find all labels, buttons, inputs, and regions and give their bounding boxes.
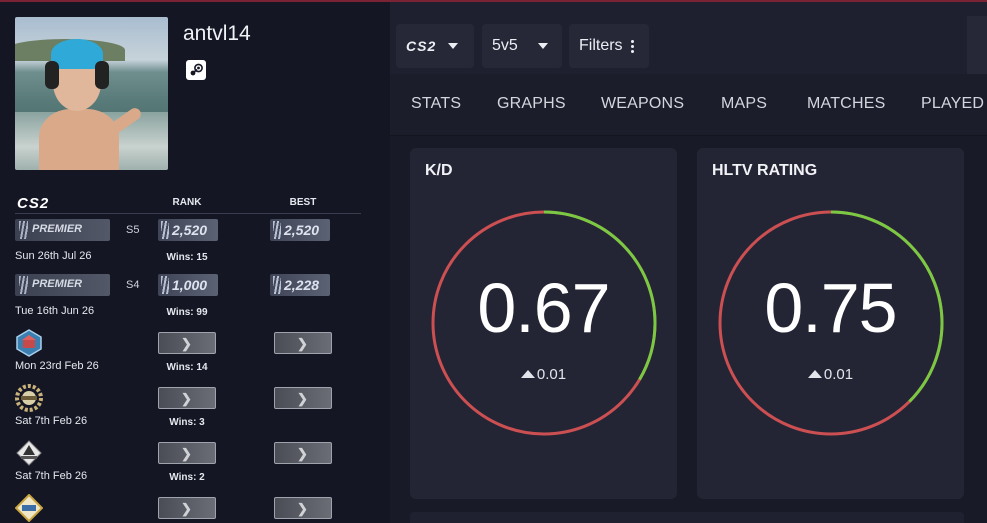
toolbar-overflow	[967, 16, 987, 74]
hltv-rating-card: HLTV RATING 0.75 0.01	[697, 148, 964, 499]
unranked-best-badge: ❯	[274, 387, 332, 409]
card-title: K/D	[425, 162, 453, 179]
more-vertical-icon	[630, 39, 634, 53]
unranked-rank-badge: ❯	[158, 497, 216, 519]
rank-row-map-1[interactable]: ❯ ❯ Mon 23rd Feb 26 Wins: 14	[0, 329, 390, 384]
cs2-logo: CS2	[17, 195, 50, 212]
wins-count: Wins: 99	[166, 307, 208, 318]
tab-graphs[interactable]: GRAPHS	[497, 95, 566, 113]
avatar[interactable]	[15, 17, 168, 170]
unranked-rank-badge: ❯	[158, 387, 216, 409]
rank-column-header: RANK	[172, 197, 202, 208]
premier-badge: PREMIER	[15, 219, 110, 241]
chevron-down-icon	[537, 43, 548, 49]
unranked-rank-badge: ❯	[158, 332, 216, 354]
rank-date: Sat 7th Feb 26	[15, 415, 88, 427]
best-rating-badge: 2,520	[270, 219, 330, 241]
hltv-value: 0.75	[764, 269, 897, 347]
kd-card: K/D 0.67 0.01	[410, 148, 677, 499]
current-rating-badge: 1,000	[158, 274, 218, 296]
rank-date: Sun 26th Jul 26	[15, 250, 92, 262]
username: antvl14	[183, 22, 251, 45]
tab-matches[interactable]: MATCHES	[807, 95, 885, 113]
wins-count: Wins: 2	[169, 472, 205, 483]
stats-content: K/D 0.67 0.01 HLTV RATING 0.75 0.01	[390, 136, 987, 523]
wins-count: Wins: 3	[169, 417, 205, 428]
rank-date: Tue 16th Jun 26	[15, 305, 95, 317]
diamond-badge-icon	[15, 494, 43, 522]
season-label: S4	[126, 279, 140, 291]
best-rating-badge: 2,228	[270, 274, 330, 296]
filters-button[interactable]: Filters	[569, 24, 649, 68]
wreath-badge-icon	[15, 384, 43, 412]
arrow-up-icon	[520, 370, 535, 378]
rank-date: Mon 23rd Feb 26	[15, 360, 99, 372]
unranked-rank-badge: ❯	[158, 442, 216, 464]
tab-maps[interactable]: MAPS	[721, 95, 767, 113]
mode-select[interactable]: 5v5	[482, 24, 562, 68]
chevron-down-icon	[448, 43, 459, 49]
best-column-header: BEST	[289, 197, 317, 208]
rank-row-map-2[interactable]: ❯ ❯ Sat 7th Feb 26 Wins: 3	[0, 384, 390, 439]
tab-weapons[interactable]: WEAPONS	[601, 95, 684, 113]
arrow-up-icon	[807, 370, 822, 378]
kd-change: 0.01	[410, 366, 677, 383]
map-badge-icon	[16, 329, 42, 357]
steam-icon[interactable]	[186, 60, 206, 80]
game-select[interactable]: CS2	[396, 24, 474, 68]
rank-row-map-3[interactable]: ❯ ❯ Sat 7th Feb 26 Wins: 2	[0, 439, 390, 494]
header-divider	[15, 213, 361, 214]
tab-stats[interactable]: STATS	[411, 95, 461, 113]
filter-toolbar: CS2 5v5 Filters	[390, 2, 987, 74]
rank-date: Sat 7th Feb 26	[15, 470, 88, 482]
next-section	[410, 512, 964, 523]
wins-count: Wins: 15	[166, 252, 208, 263]
premier-badge: PREMIER	[15, 274, 110, 296]
unranked-best-badge: ❯	[274, 442, 332, 464]
current-rating-badge: 2,520	[158, 219, 218, 241]
emblem-badge-icon	[16, 440, 42, 466]
stats-tabs: STATS GRAPHS WEAPONS MAPS MATCHES PLAYED…	[390, 74, 987, 136]
profile-sidebar: antvl14 CS2 RANK BEST PREMIER S5 2,520 2…	[0, 2, 390, 523]
stats-panel: CS2 5v5 Filters STATS GRAPHS WEAPONS MAP…	[390, 2, 987, 523]
unranked-best-badge: ❯	[274, 497, 332, 519]
card-title: HLTV RATING	[712, 162, 818, 179]
season-label: S5	[126, 224, 140, 236]
rank-row-map-4[interactable]: ❯ ❯	[0, 494, 390, 523]
tab-played-with[interactable]: PLAYED W	[921, 95, 987, 113]
wins-count: Wins: 14	[166, 362, 208, 373]
rank-row-premier-s4[interactable]: PREMIER S4 1,000 2,228 Tue 16th Jun 26 W…	[0, 274, 390, 329]
rank-row-premier-s5[interactable]: PREMIER S5 2,520 2,520 Sun 26th Jul 26 W…	[0, 219, 390, 274]
hltv-change: 0.01	[697, 366, 964, 383]
unranked-best-badge: ❯	[274, 332, 332, 354]
kd-value: 0.67	[477, 269, 610, 347]
